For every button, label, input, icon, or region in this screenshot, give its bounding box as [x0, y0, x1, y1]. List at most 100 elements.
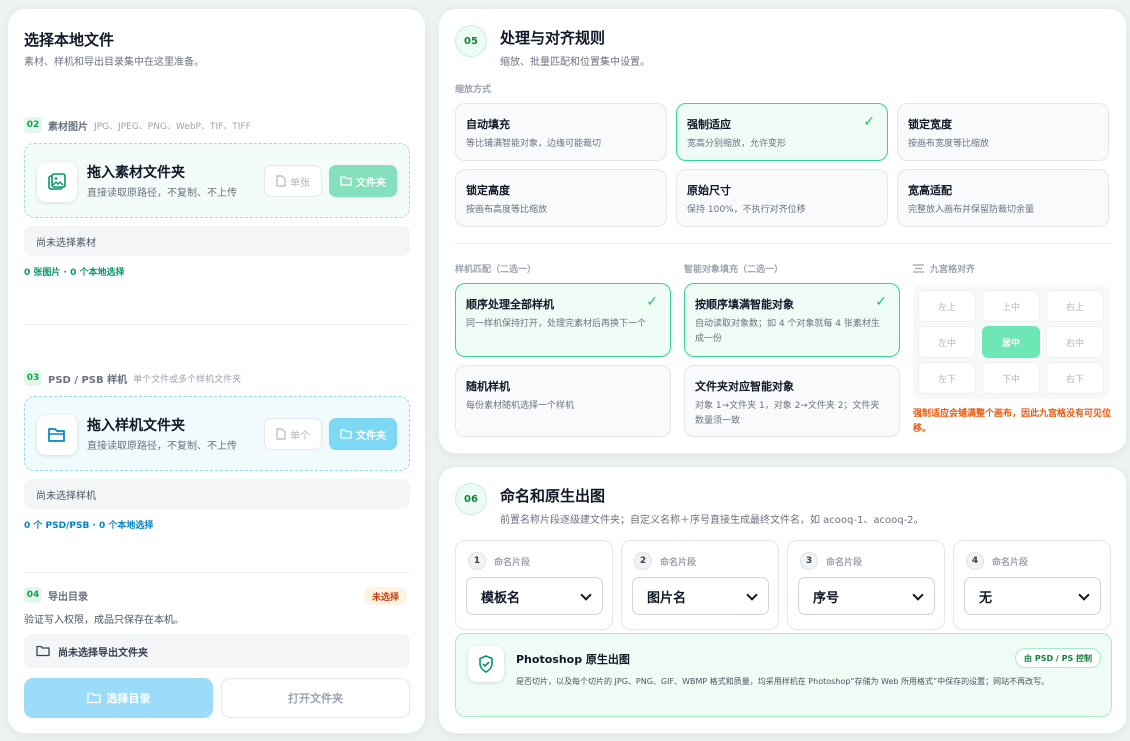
scale-mode-option[interactable]: 自动填充 等比铺满智能对象，边缘可能裁切: [455, 103, 667, 161]
divider: [24, 324, 410, 325]
file-icon: [276, 175, 286, 187]
align-cell[interactable]: 居中: [982, 326, 1040, 358]
folder-icon: [340, 429, 352, 439]
check-icon: ✓: [646, 294, 658, 310]
export-folder-label: 尚未选择导出文件夹: [58, 647, 148, 659]
image-folder-icon: [37, 162, 77, 202]
segment-number: 2: [634, 552, 652, 570]
open-folder-button[interactable]: 打开文件夹: [221, 678, 410, 718]
export-status-badge: 未选择: [364, 587, 408, 605]
align-cell[interactable]: 左中: [918, 326, 976, 358]
dropzone-title: 拖入样机文件夹: [87, 418, 185, 434]
section-note: 单个文件或多个样机文件夹: [133, 374, 242, 385]
align-cell[interactable]: 上中: [982, 290, 1040, 322]
option-description: 宽高分别缩放，允许变形: [687, 139, 787, 149]
export-section-header: 04 导出目录: [24, 587, 88, 603]
segment-label: 命名片段: [992, 558, 1029, 568]
mockup-match-option[interactable]: 随机样机 每份素材随机选择一个样机: [455, 365, 671, 437]
chevron-down-icon: [1078, 589, 1090, 601]
folder-icon: [36, 645, 50, 657]
scale-mode-option[interactable]: 锁定宽度 按画布宽度等比缩放: [897, 103, 1109, 161]
mockups-status: 尚未选择样机: [24, 479, 410, 509]
segment-label: 命名片段: [494, 558, 531, 568]
align-warning: 强制适应会铺满整个画布，因此九宫格没有可见位移。: [913, 409, 1112, 434]
align-cell[interactable]: 右上: [1046, 290, 1104, 322]
dropzone-subtitle: 直接读取原路径，不复制、不上传: [87, 188, 237, 199]
segment-label: 命名片段: [660, 558, 697, 568]
section-label: 素材图片: [48, 121, 88, 133]
export-description: 验证写入权限，成品只保存在本机。: [24, 615, 184, 626]
format-list: JPG、JPEG、PNG、WebP、TIF、TIFF: [94, 121, 251, 132]
scale-mode-option[interactable]: 原始尺寸 保持 100%，不执行对齐位移: [676, 169, 888, 227]
segment-number: 1: [468, 552, 486, 570]
folder-button[interactable]: 文件夹: [329, 165, 397, 197]
option-title: 宽高适配: [908, 184, 952, 197]
segment-select[interactable]: 无: [964, 577, 1101, 615]
folder-icon: [340, 176, 352, 186]
folder-icon: [86, 692, 101, 704]
export-folder-status: 尚未选择导出文件夹: [24, 634, 410, 668]
step-badge: 03: [24, 370, 42, 386]
align-cell[interactable]: 左上: [918, 290, 976, 322]
segment-select[interactable]: 模板名: [466, 577, 603, 615]
option-title: 文件夹对应智能对象: [695, 380, 794, 393]
option-description: 按画布宽度等比缩放: [908, 139, 990, 149]
mockups-dropzone[interactable]: 拖入样机文件夹 直接读取原路径，不复制、不上传 单个 文件夹: [24, 396, 410, 471]
photoshop-export-card: Photoshop 原生出图 由 PSD / PS 控制 是否切片，以及每个切片…: [455, 633, 1112, 717]
shield-check-icon: [468, 646, 504, 682]
segment-value: 序号: [813, 590, 840, 606]
materials-status: 尚未选择素材: [24, 226, 410, 256]
align-label: 九宫格对齐: [930, 265, 976, 275]
naming-title: 命名和原生出图: [500, 487, 606, 505]
segment-select[interactable]: 序号: [798, 577, 935, 615]
materials-count: 0 张图片 · 0 个本地选择: [24, 268, 125, 278]
check-icon: ✓: [875, 294, 887, 310]
naming-subtitle: 前置名称片段逐级建文件夹；自定义名称＋序号直接生成最终文件名，如 acooq-1…: [500, 515, 924, 526]
align-cell[interactable]: 左下: [918, 362, 976, 394]
segment-select[interactable]: 图片名: [632, 577, 769, 615]
folder-open-icon: [37, 415, 77, 455]
option-description: 按画布高度等比缩放: [466, 205, 548, 215]
panel-title: 选择本地文件: [24, 31, 115, 49]
section-label: PSD / PSB 样机: [48, 374, 128, 386]
option-description: 对象 1→文件夹 1，对象 2→文件夹 2；文件夹数量须一致: [695, 401, 880, 426]
materials-dropzone[interactable]: 拖入素材文件夹 直接读取原路径，不复制、不上传 单张 文件夹: [24, 143, 410, 218]
chevron-down-icon: [580, 589, 592, 601]
naming-segment: 1 命名片段模板名: [455, 540, 613, 630]
align-header: 九宫格对齐: [913, 262, 975, 275]
divider: [24, 572, 410, 573]
folder-button[interactable]: 文件夹: [329, 418, 397, 450]
panel-subtitle: 素材、样机和导出目录集中在这里准备。: [24, 57, 204, 68]
option-title: 自动填充: [466, 118, 510, 131]
mockup-match-option[interactable]: 顺序处理全部样机同一样机保持打开，处理完素材后再换下一个 ✓: [455, 283, 671, 357]
segment-value: 无: [979, 590, 993, 606]
align-cell[interactable]: 下中: [982, 362, 1040, 394]
smart-fill-label: 智能对象填充（二选一）: [684, 265, 784, 275]
section-label: 导出目录: [48, 591, 88, 603]
folder-label: 文件夹: [356, 177, 386, 189]
file-icon: [276, 428, 286, 440]
single-file-button[interactable]: 单张: [264, 165, 322, 197]
single-file-button[interactable]: 单个: [264, 418, 322, 450]
choose-directory-button[interactable]: 选择目录: [24, 678, 213, 718]
scale-mode-option[interactable]: 锁定高度 按画布高度等比缩放: [455, 169, 667, 227]
align-cell[interactable]: 右中: [1046, 326, 1104, 358]
option-description: 同一样机保持打开，处理完素材后再换下一个: [466, 319, 647, 329]
ps-control-badge: 由 PSD / PS 控制: [1015, 648, 1101, 668]
option-title: 顺序处理全部样机: [466, 298, 554, 311]
option-title: 随机样机: [466, 380, 510, 393]
option-description: 自动读取对象数；如 4 个对象就每 4 张素材生成一份: [695, 319, 880, 344]
scale-mode-option[interactable]: 宽高适配 完整放入画布并保留防裁切余量: [897, 169, 1109, 227]
option-title: 原始尺寸: [687, 184, 731, 197]
scale-mode-label: 缩放方式: [455, 85, 492, 95]
dropzone-title: 拖入素材文件夹: [87, 165, 185, 181]
segment-value: 模板名: [481, 590, 521, 606]
align-cell[interactable]: 右下: [1046, 362, 1104, 394]
smart-fill-option[interactable]: 文件夹对应智能对象对象 1→文件夹 1，对象 2→文件夹 2；文件夹数量须一致: [684, 365, 900, 437]
scale-mode-option[interactable]: 强制适应 宽高分别缩放，允许变形 ✓: [676, 103, 888, 161]
mockups-count: 0 个 PSD/PSB · 0 个本地选择: [24, 521, 154, 531]
segment-label: 命名片段: [826, 558, 863, 568]
smart-fill-option[interactable]: 按顺序填满智能对象 自动读取对象数；如 4 个对象就每 4 张素材生成一份 ✓: [684, 283, 900, 357]
alignment-grid: 左上 上中 右上左中 居中 右中左下 下中 右下: [913, 285, 1110, 399]
rules-panel: 05 处理与对齐规则 缩放、批量匹配和位置集中设置。 缩放方式 自动填充 等比铺满…: [438, 8, 1127, 454]
